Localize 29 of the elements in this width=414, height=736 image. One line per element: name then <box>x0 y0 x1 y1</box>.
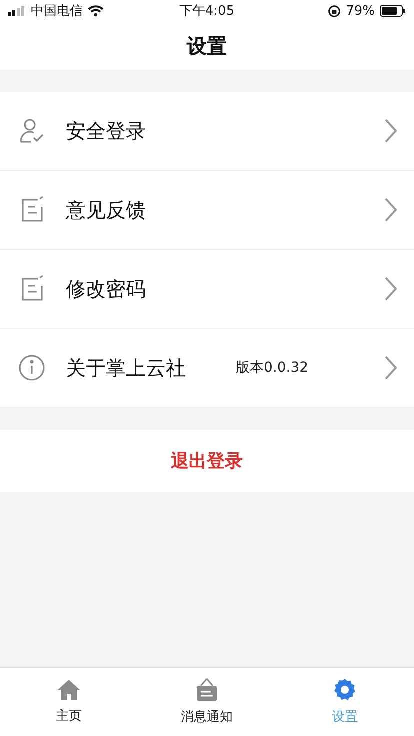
user-check-icon <box>18 117 46 145</box>
settings-row[interactable]: 修改密码 <box>0 250 414 329</box>
carrier-name: 中国电信 <box>31 3 83 20</box>
row-label: 关于掌上云社 <box>66 354 187 382</box>
rotation-lock-icon <box>328 4 342 18</box>
battery-percent: 79% <box>346 4 375 18</box>
row-label: 修改密码 <box>66 276 147 302</box>
chevron-right-icon <box>384 118 398 144</box>
page-title: 设置 <box>187 32 227 60</box>
row-label: 意见反馈 <box>66 196 147 224</box>
settings-row[interactable]: 意见反馈 <box>0 171 414 250</box>
status-time: 下午4:05 <box>179 3 235 20</box>
tab-item[interactable]: 主页 <box>0 668 138 736</box>
signal-icon <box>8 6 26 16</box>
version-text: 版本0.0.32 <box>236 359 310 377</box>
settings-row[interactable]: 关于掌上云社 版本0.0.32 <box>0 329 414 407</box>
info-icon <box>18 354 46 382</box>
row-label: 安全登录 <box>66 118 147 144</box>
settings-row[interactable]: 安全登录 <box>0 92 414 171</box>
message-board-icon <box>196 678 218 702</box>
chevron-right-icon <box>384 197 398 223</box>
chevron-right-icon <box>384 355 398 381</box>
battery-icon <box>380 5 406 17</box>
tab-item[interactable]: 消息通知 <box>138 668 276 736</box>
settings-icon <box>333 678 357 702</box>
chevron-right-icon <box>384 276 398 302</box>
logout-button[interactable]: 退出登录 <box>0 430 414 492</box>
wifi-icon <box>88 5 104 17</box>
home-icon <box>57 679 81 701</box>
